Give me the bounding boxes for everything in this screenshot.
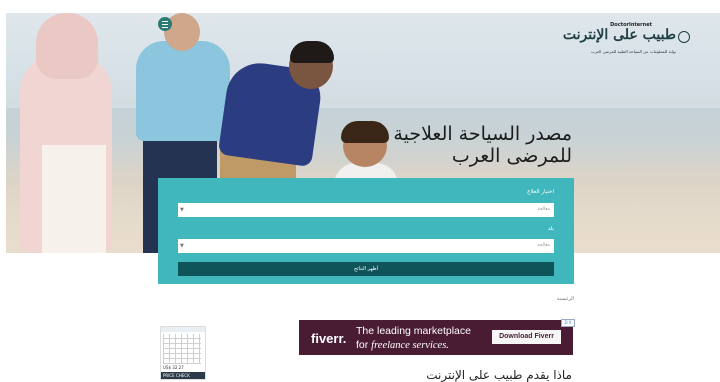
widget-header <box>161 327 205 332</box>
country-select[interactable]: ▼ معالجة <box>178 239 554 253</box>
ad-download-button[interactable]: Download Fiverr <box>492 330 561 344</box>
ad-headline-prefix: for <box>356 339 372 351</box>
show-results-button[interactable]: أظهر النتائج <box>178 262 554 276</box>
logo-arabic-text: طبيب على الإنترنت <box>562 27 676 43</box>
hamburger-menu-button[interactable] <box>158 17 172 31</box>
hero-title-line1: مصدر السياحة العلاجية <box>393 123 572 145</box>
hero-title-line2: للمرضى العرب <box>451 145 572 167</box>
hero-person-father-hair <box>290 41 334 63</box>
breadcrumb[interactable]: الرئيسية <box>557 296 574 302</box>
chevron-down-icon: ▼ <box>180 243 184 249</box>
chevron-down-icon: ▼ <box>180 207 184 213</box>
price-widget[interactable]: US$ 32.27 PRICE CHECK <box>160 326 206 380</box>
treatment-select[interactable]: ▼ معالجة <box>178 203 554 217</box>
search-panel: اختيار العلاج ▼ معالجة بلد ▼ معالجة أظهر… <box>158 178 574 284</box>
hero-title: مصدر السياحة العلاجية للمرضى العرب <box>372 123 572 167</box>
hero-person-woman-pants <box>42 145 106 253</box>
ad-brand-logo: fiverr. <box>311 331 347 346</box>
logo-tagline: بوابة للمعلومات عن السياحة الطبية للمرضى… <box>590 49 676 54</box>
section-heading: ماذا يقدم طبيب على الإنترنت <box>426 368 572 382</box>
logo-globe-icon <box>678 31 690 43</box>
country-select-value: معالجة <box>537 243 550 248</box>
widget-table <box>163 334 201 364</box>
treatment-select-value: معالجة <box>537 207 550 212</box>
ad-headline-line1: The leading marketplace <box>356 325 471 337</box>
ad-headline-line2: for freelance services. <box>356 339 449 351</box>
site-logo[interactable]: DoctorInternet طبيب على الإنترنت بوابة ل… <box>560 22 690 66</box>
hamburger-icon <box>162 21 168 22</box>
treatment-label: اختيار العلاج <box>526 189 554 195</box>
widget-price: US$ 32.27 <box>163 365 184 370</box>
hero-person-grandfather <box>136 41 230 141</box>
hero-person-woman-scarf <box>36 13 98 79</box>
ad-choices-icon[interactable]: D X <box>561 319 575 327</box>
country-label: بلد <box>547 226 554 232</box>
ad-banner[interactable]: fiverr. The leading marketplace for free… <box>299 320 573 355</box>
ad-headline-em: freelance services. <box>371 340 449 351</box>
